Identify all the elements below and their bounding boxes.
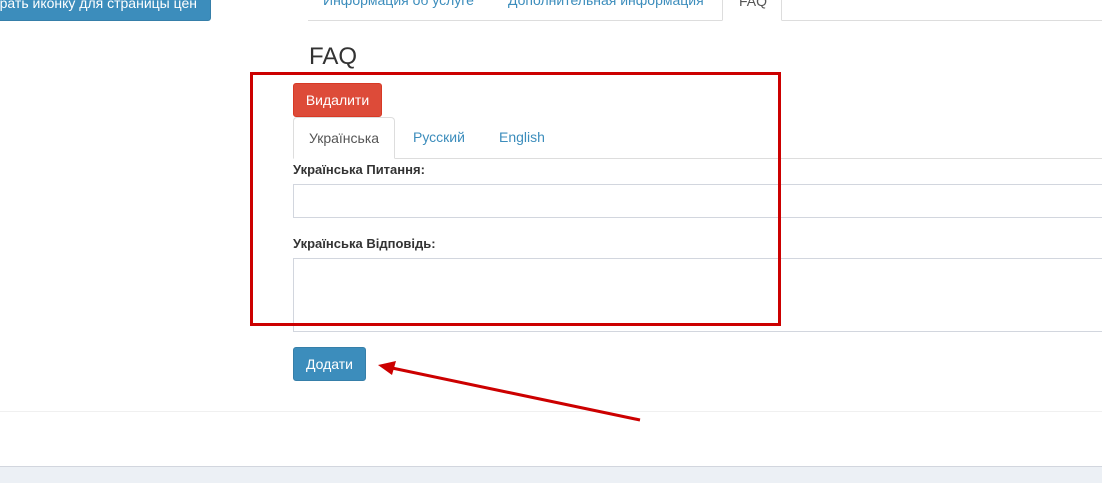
question-label: Українська Питання: — [293, 162, 425, 177]
tab-service-info[interactable]: Информация об услуге — [308, 0, 489, 20]
language-tabs: Українська Русский English — [293, 117, 1102, 159]
main-tabs: Информация об услуге Дополнительная инфо… — [308, 0, 1102, 21]
choose-pricing-icon-button[interactable]: рать иконку для страницы цен — [0, 0, 211, 21]
tab-additional-info[interactable]: Дополнительная информация — [493, 0, 719, 20]
delete-button[interactable]: Видалити — [293, 83, 382, 117]
add-button[interactable]: Додати — [293, 347, 366, 381]
arrow-shaft — [391, 366, 641, 422]
tab-faq[interactable]: FAQ — [722, 0, 782, 21]
annotation-arrow — [378, 361, 641, 422]
footer-strip — [0, 466, 1102, 483]
answer-label: Українська Відповідь: — [293, 236, 436, 251]
question-input[interactable] — [293, 184, 1102, 218]
tab-english[interactable]: English — [499, 117, 545, 158]
tab-ukrainian[interactable]: Українська — [293, 117, 395, 159]
content-divider — [0, 411, 1102, 412]
faq-title: FAQ — [309, 43, 358, 70]
answer-textarea[interactable] — [293, 258, 1102, 332]
arrow-head — [378, 361, 396, 375]
tab-russian[interactable]: Русский — [413, 117, 465, 158]
